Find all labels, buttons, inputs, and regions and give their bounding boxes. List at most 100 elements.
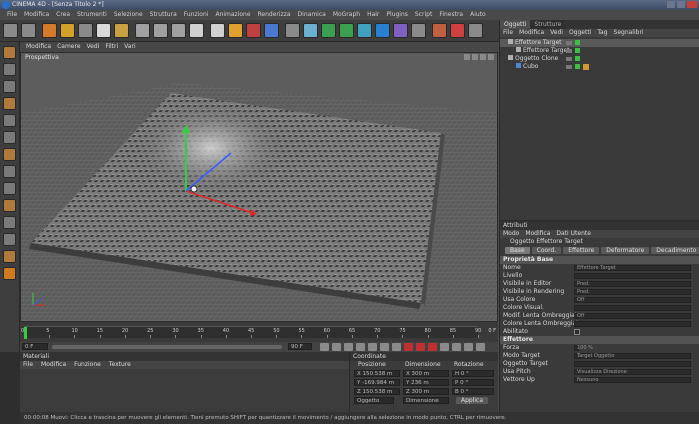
attr-field[interactable]: Target Oggetto [574, 353, 691, 359]
attributes-menu-item[interactable]: Modifica [525, 230, 550, 237]
coords-dim-field[interactable]: X 300 m [403, 370, 449, 377]
menu-item[interactable]: Dinamica [298, 11, 326, 18]
pos-key-icon[interactable] [464, 343, 473, 351]
spline-icon[interactable] [303, 23, 318, 38]
coords-pos-field[interactable]: Y -169.984 m [354, 379, 400, 386]
redo-icon[interactable] [21, 23, 36, 38]
material-menu-item[interactable]: Funzione [74, 361, 101, 368]
keyframe-icon[interactable] [428, 343, 437, 351]
coords-dim-field[interactable]: Y 236 m [403, 379, 449, 386]
maximize-icon[interactable] [677, 1, 685, 8]
viewport-nav-icons[interactable] [464, 54, 494, 60]
next-key-icon[interactable] [380, 343, 389, 351]
lock-y-icon[interactable] [153, 23, 168, 38]
minimize-icon[interactable] [667, 1, 675, 8]
enable-check-icon[interactable] [575, 56, 580, 61]
model-mode-icon[interactable] [3, 63, 16, 76]
point-mode-icon[interactable] [3, 114, 16, 127]
pan-icon[interactable] [464, 54, 470, 60]
axis-mode-icon[interactable] [3, 97, 16, 110]
tab-structure[interactable]: Strutture [530, 20, 566, 29]
window-controls[interactable] [667, 1, 697, 8]
timeline-playhead[interactable] [24, 327, 27, 339]
coords-dim-field[interactable]: Z 300 m [403, 388, 449, 395]
goto-start-icon[interactable] [320, 343, 329, 351]
object-menu-item[interactable]: Segnalibri [614, 29, 644, 36]
menu-item[interactable]: Aiuto [470, 11, 486, 18]
rotate-icon[interactable] [480, 54, 486, 60]
scale-icon[interactable] [78, 23, 93, 38]
param-key-icon[interactable] [476, 343, 485, 351]
object-tree-item[interactable]: Cubo [500, 63, 699, 71]
attr-field[interactable]: Off [574, 297, 691, 303]
material-menu-item[interactable]: Texture [109, 361, 131, 368]
viewport-perspective[interactable]: Prospettiva [20, 52, 498, 322]
attr-field[interactable] [574, 321, 691, 327]
coords-pos-field[interactable]: X 150.538 m [354, 370, 400, 377]
attr-tab[interactable]: Deformatore [601, 247, 650, 254]
viewport-menu-item[interactable]: Camere [57, 43, 80, 50]
nurbs-icon[interactable] [321, 23, 336, 38]
coords-rot-field[interactable]: P 0 ° [452, 379, 494, 386]
visibility-dots-icon[interactable] [566, 57, 572, 61]
attr-tab[interactable]: Base [505, 247, 530, 254]
menu-item[interactable]: Animazione [215, 11, 250, 18]
attr-field[interactable]: 100 % [574, 345, 593, 351]
object-menu-item[interactable]: Vedi [550, 29, 563, 36]
material-menu-item[interactable]: Modifica [41, 361, 66, 368]
scale-key-icon[interactable] [440, 343, 449, 351]
menu-item[interactable]: Script [415, 11, 432, 18]
object-mode-icon[interactable] [210, 23, 225, 38]
record-icon[interactable] [404, 343, 413, 351]
range-slider[interactable] [52, 345, 282, 349]
menu-item[interactable]: Renderizza [258, 11, 291, 18]
coords-pos-field[interactable]: Z 150.538 m [354, 388, 400, 395]
menu-item[interactable]: MoGraph [333, 11, 360, 18]
attr-field[interactable] [574, 305, 691, 311]
python-icon[interactable] [468, 23, 483, 38]
coords-mode-select[interactable]: Oggetto [354, 397, 394, 404]
scene-render[interactable] [21, 53, 498, 322]
enable-check-icon[interactable] [575, 64, 580, 69]
camera-icon[interactable] [393, 23, 408, 38]
render-view-icon[interactable] [228, 23, 243, 38]
coord-system-icon[interactable] [189, 23, 204, 38]
workplane-icon[interactable] [3, 216, 16, 229]
menu-item[interactable]: Finestra [439, 11, 463, 18]
attr-field[interactable]: Off [574, 313, 691, 319]
close-icon[interactable] [687, 1, 697, 8]
zoom-icon[interactable] [472, 54, 478, 60]
menu-item[interactable]: Plugins [386, 11, 408, 18]
attr-field[interactable]: Effettore Target [574, 265, 691, 271]
viewport-menu-item[interactable]: Vedi [87, 43, 100, 50]
object-tree-item[interactable]: Effettore Target [500, 39, 699, 47]
texture-mode-icon[interactable] [3, 80, 16, 93]
hair-icon[interactable] [3, 250, 16, 263]
apply-button[interactable]: Applica [456, 397, 489, 404]
goto-end-icon[interactable] [392, 343, 401, 351]
edge-mode-icon[interactable] [3, 131, 16, 144]
visibility-dots-icon[interactable] [566, 41, 572, 45]
auto-key-icon[interactable] [416, 343, 425, 351]
viewport-menu-item[interactable]: Filtri [105, 43, 118, 50]
attr-field[interactable]: Nessuno [574, 377, 691, 383]
snap-mode-icon[interactable] [3, 199, 16, 212]
move-icon[interactable] [60, 23, 75, 38]
object-menu-item[interactable]: Tag [597, 29, 607, 36]
scene-icon[interactable] [375, 23, 390, 38]
snap-icon[interactable] [432, 23, 447, 38]
attributes-menu-item[interactable]: Dati Utente [556, 230, 591, 237]
object-menu-item[interactable]: Oggetti [569, 29, 591, 36]
rotation-key-icon[interactable] [452, 343, 461, 351]
object-menu-item[interactable]: Modifica [519, 29, 544, 36]
attr-tab[interactable]: Effettore [563, 247, 600, 254]
object-menu-item[interactable]: File [503, 29, 513, 36]
start-frame-field[interactable]: 0 F [22, 343, 48, 350]
attr-field[interactable] [574, 361, 691, 367]
tab-objects[interactable]: Oggetti [500, 20, 531, 29]
select-icon[interactable] [42, 23, 57, 38]
undo-icon[interactable] [3, 23, 18, 38]
sculpt-icon[interactable] [3, 233, 16, 246]
attr-field[interactable]: Visualizza Direzione [574, 369, 691, 375]
attr-tab[interactable]: Decadimento [651, 247, 699, 254]
